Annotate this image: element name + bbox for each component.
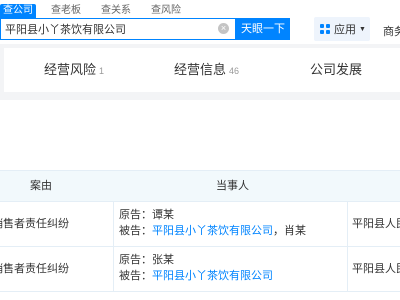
table-row: 销售者责任纠纷 原告：张某 被告：平阳县小丫茶饮有限公司 平阳县人民	[0, 247, 400, 292]
plaintiff-label: 原告：	[119, 254, 152, 266]
defendant-label: 被告：	[119, 225, 152, 237]
search-button[interactable]: 天眼一下	[236, 18, 290, 40]
tab-company-development[interactable]: 公司发展	[310, 48, 362, 92]
defendant-company-link[interactable]: 平阳县小丫茶饮有限公司	[152, 270, 273, 282]
tab-relation[interactable]: 查关系	[95, 4, 137, 18]
table-row: 销售者责任纠纷 原告：谭某 被告：平阳县小丫茶饮有限公司，肖某 平阳县人民	[0, 202, 400, 247]
tab-operating-risk-label: 经营风险	[44, 62, 97, 77]
search-type-tabs: 查公司 查老板 查关系 查风险	[0, 4, 195, 18]
case-cause-text: 销售者责任纠纷	[0, 218, 69, 230]
content-area: 经营风险 1 经营信息 46 公司发展	[0, 44, 400, 168]
app-menu-button[interactable]: 应用 ▼	[314, 17, 370, 41]
tab-operating-risk[interactable]: 经营风险 1	[44, 48, 104, 92]
plaintiff-name: 张某	[152, 254, 174, 266]
court-name: 平阳县人民	[352, 263, 400, 275]
case-cause-text: 销售者责任纠纷	[0, 263, 69, 275]
column-header-parties: 当事人	[216, 180, 249, 192]
tab-risk[interactable]: 查风险	[145, 4, 187, 18]
plaintiff-label: 原告：	[119, 209, 152, 221]
table-header: 案由 当事人	[0, 170, 400, 202]
column-divider	[113, 202, 114, 246]
plaintiff-line: 原告：谭某	[119, 208, 174, 222]
tab-company[interactable]: 查公司	[0, 4, 36, 18]
plaintiff-line: 原告：张某	[119, 253, 174, 267]
section-nav: 经营风险 1 经营信息 46 公司发展	[4, 48, 400, 92]
tab-company-development-label: 公司发展	[310, 62, 363, 77]
tab-boss[interactable]: 查老板	[45, 4, 87, 18]
case-cause: 销售者责任纠纷	[0, 202, 113, 246]
caret-down-icon: ▼	[359, 25, 366, 33]
tab-operating-risk-count: 1	[99, 66, 105, 76]
tab-operating-info[interactable]: 经营信息 46	[174, 48, 239, 92]
defendant-company-link[interactable]: 平阳县小丫茶饮有限公司	[152, 225, 273, 237]
column-divider	[113, 247, 114, 291]
court-name: 平阳县人民	[352, 218, 400, 230]
defendant-line: 被告：平阳县小丫茶饮有限公司，肖某	[119, 224, 306, 238]
search-box: ×	[0, 18, 236, 40]
defendant-extra: ，肖某	[273, 225, 306, 237]
defendant-label: 被告：	[119, 270, 152, 282]
top-header: 查公司 查老板 查关系 查风险 × 天眼一下 应用 ▼ 商务	[0, 0, 400, 44]
business-link[interactable]: 商务	[383, 23, 400, 39]
app-grid-icon	[320, 24, 330, 34]
case-cause: 销售者责任纠纷	[0, 247, 113, 291]
plaintiff-name: 谭某	[152, 209, 174, 221]
case-table: 案由 当事人 销售者责任纠纷 原告：谭某 被告：平阳县小丫茶饮有限公司，肖某 平…	[0, 170, 400, 300]
defendant-line: 被告：平阳县小丫茶饮有限公司	[119, 269, 273, 283]
column-header-case: 案由	[30, 180, 52, 192]
column-divider	[347, 247, 348, 291]
content-card	[0, 100, 400, 168]
search-input[interactable]	[1, 19, 213, 39]
tab-operating-info-label: 经营信息	[174, 62, 227, 77]
clear-icon[interactable]: ×	[218, 23, 229, 34]
tab-operating-info-count: 46	[229, 66, 240, 76]
app-menu-label: 应用	[334, 24, 356, 36]
column-divider	[347, 202, 348, 246]
